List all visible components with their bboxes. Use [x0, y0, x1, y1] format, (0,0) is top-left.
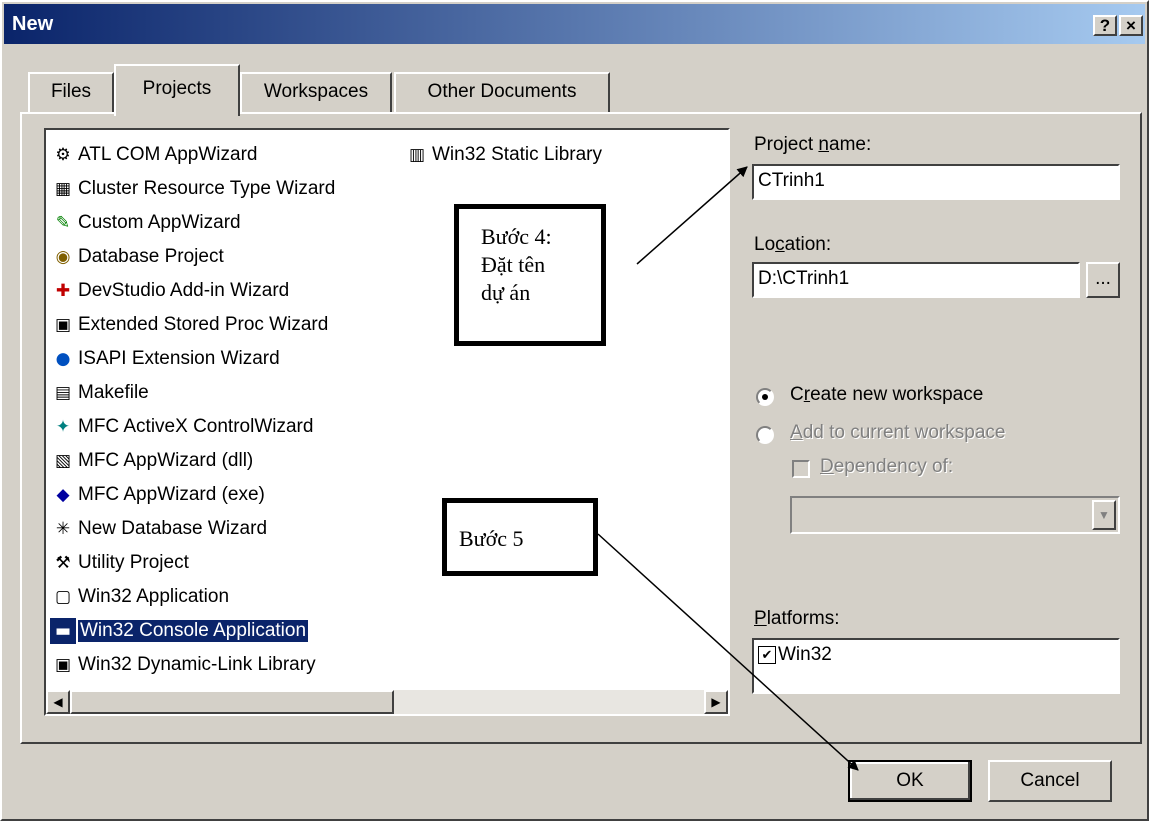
platform-label: Win32 — [778, 644, 832, 665]
tab-other-documents[interactable]: Other Documents — [394, 72, 610, 112]
list-item[interactable]: ✚ DevStudio Add-in Wizard — [50, 274, 289, 308]
list-item[interactable]: ▣ Win32 Dynamic-Link Library — [50, 648, 316, 682]
project-type-list[interactable]: ⚙ ATL COM AppWizard ▦ Cluster Resource Typ… — [44, 128, 730, 716]
scroll-left-icon[interactable]: ◀ — [46, 690, 70, 714]
platform-item[interactable]: ✔ Win32 — [754, 644, 832, 666]
scroll-right-icon[interactable]: ▶ — [704, 690, 728, 714]
platforms-label: Platforms: — [754, 608, 840, 629]
platforms-list[interactable]: ✔ Win32 — [752, 638, 1120, 694]
list-item-label: Win32 Dynamic-Link Library — [78, 654, 316, 675]
list-item[interactable]: ▤ Makefile — [50, 376, 149, 410]
list-item[interactable]: ▦ Cluster Resource Type Wizard — [50, 172, 335, 206]
chevron-down-icon[interactable]: ▼ — [1092, 500, 1116, 530]
list-item-label: ATL COM AppWizard — [78, 144, 258, 165]
list-item[interactable]: ▥ Win32 Static Library — [404, 138, 602, 172]
list-item-label: Extended Stored Proc Wizard — [78, 314, 329, 335]
dependency-select[interactable]: ▼ — [790, 496, 1120, 534]
browse-button[interactable]: ... — [1086, 262, 1120, 298]
add-workspace-radio[interactable] — [756, 426, 774, 444]
list-item[interactable]: ◉ Database Project — [50, 240, 224, 274]
project-name-input[interactable]: CTrinh1 — [752, 164, 1120, 200]
scroll-thumb[interactable] — [70, 690, 394, 714]
console-icon: ▬ — [50, 618, 76, 644]
list-item-label: Cluster Resource Type Wizard — [78, 178, 336, 199]
utility-icon: ⚒ — [55, 553, 71, 573]
list-item[interactable]: ✦ MFC ActiveX ControlWizard — [50, 410, 314, 444]
atl-icon: ⚙ — [55, 145, 71, 165]
addin-icon: ✚ — [55, 281, 71, 301]
ok-button[interactable]: OK — [848, 760, 972, 802]
title-bar: New ? × — [4, 4, 1145, 44]
list-item[interactable]: ⚒ Utility Project — [50, 546, 189, 580]
tab-workspaces[interactable]: Workspaces — [240, 72, 392, 112]
list-item[interactable]: ✎ Custom AppWizard — [50, 206, 241, 240]
create-workspace-radio[interactable] — [756, 388, 774, 406]
location-input[interactable]: D:\CTrinh1 — [752, 262, 1080, 298]
mfc-dll-icon: ▧ — [54, 451, 72, 471]
horizontal-scrollbar[interactable]: ◀ ▶ — [46, 690, 728, 714]
list-item[interactable]: ⚙ ATL COM AppWizard — [50, 138, 258, 172]
list-item-label: Custom AppWizard — [78, 212, 241, 233]
list-item-label: ISAPI Extension Wizard — [78, 348, 280, 369]
list-item[interactable]: ● ISAPI Extension Wizard — [50, 342, 280, 376]
add-workspace-label: Add to current workspace — [790, 422, 1006, 443]
project-name-label: Project name: — [754, 134, 872, 155]
cluster-icon: ▦ — [54, 179, 72, 199]
tab-files[interactable]: Files — [28, 72, 114, 112]
checkbox-checked-icon[interactable]: ✔ — [758, 645, 776, 664]
cancel-button[interactable]: Cancel — [988, 760, 1112, 802]
globe-icon: ● — [55, 349, 71, 369]
dependency-checkbox[interactable] — [792, 460, 810, 478]
list-item-label: Win32 Application — [78, 586, 230, 607]
window-title: New — [12, 13, 54, 35]
static-lib-icon: ▥ — [408, 145, 426, 165]
stored-proc-icon: ▣ — [54, 315, 72, 335]
location-label: Location: — [754, 234, 832, 255]
list-item-label: New Database Wizard — [78, 518, 268, 539]
list-item[interactable]: ▢ Win32 Application — [50, 580, 229, 614]
list-item[interactable]: ✳ New Database Wizard — [50, 512, 267, 546]
list-item-label: Win32 Console Application — [78, 620, 309, 642]
annotation-step5: Bước 5 — [442, 498, 598, 576]
list-item-label: Win32 Static Library — [432, 144, 603, 165]
list-item-label: MFC AppWizard (exe) — [78, 484, 265, 505]
mfc-exe-icon: ◆ — [56, 485, 70, 505]
makefile-icon: ▤ — [54, 383, 72, 403]
list-item-label: Database Project — [78, 246, 224, 267]
list-item[interactable]: ◆ MFC AppWizard (exe) — [50, 478, 265, 512]
tab-projects[interactable]: Projects — [114, 64, 240, 116]
dependency-label: Dependency of: — [820, 456, 954, 477]
dll-icon: ▣ — [54, 655, 72, 675]
list-item[interactable]: ▣ Extended Stored Proc Wizard — [50, 308, 328, 342]
annotation-step4: Bước 4: Đặt tên dự án — [454, 204, 606, 346]
close-button[interactable]: × — [1119, 15, 1143, 36]
database-icon: ◉ — [55, 247, 71, 267]
activex-icon: ✦ — [55, 417, 71, 437]
list-item-label: MFC ActiveX ControlWizard — [78, 416, 314, 437]
win32-app-icon: ▢ — [54, 587, 72, 607]
custom-wizard-icon: ✎ — [55, 213, 71, 233]
list-item[interactable]: ▧ MFC AppWizard (dll) — [50, 444, 253, 478]
list-item-label: Utility Project — [78, 552, 189, 573]
list-item-selected[interactable]: ▬ Win32 Console Application — [50, 614, 309, 648]
list-item-label: DevStudio Add-in Wizard — [78, 280, 290, 301]
list-item-label: Makefile — [78, 382, 149, 403]
new-dialog: New ? × Files Projects Workspaces Other … — [0, 0, 1149, 821]
help-button[interactable]: ? — [1093, 15, 1117, 36]
list-item-label: MFC AppWizard (dll) — [78, 450, 254, 471]
database-wizard-icon: ✳ — [55, 519, 71, 539]
create-workspace-label: Create new workspace — [790, 384, 984, 405]
